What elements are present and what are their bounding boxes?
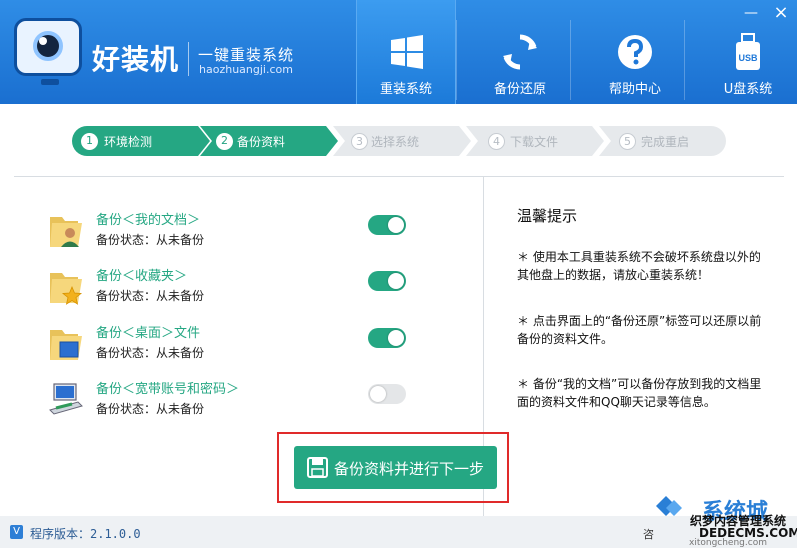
backup-item-status: 备份状态：从未备份 <box>96 233 205 247</box>
step-4: 4 下载文件 <box>466 126 604 156</box>
nav-tab-reinstall[interactable]: 重装系统 <box>356 0 456 104</box>
nav-tab-usb[interactable]: USB U盘系统 <box>698 0 797 104</box>
desktop-folder-icon <box>50 330 82 360</box>
divider <box>14 176 784 177</box>
logo-eye-icon <box>14 18 82 85</box>
backup-item-status: 备份状态：从未备份 <box>96 346 205 360</box>
watermark-text: xitongcheng.com <box>689 538 767 548</box>
step-number: 5 <box>619 133 636 150</box>
backup-toggle[interactable] <box>368 215 406 235</box>
watermark-fragment: 咨 <box>643 528 654 541</box>
step-number: 3 <box>351 133 368 150</box>
version-badge: V <box>10 525 23 539</box>
backup-toggle[interactable] <box>368 271 406 291</box>
backup-item-title: 备份＜我的文档＞ <box>96 213 201 228</box>
backup-item-favorites: 备份＜收藏夹＞ 备份状态：从未备份 <box>48 265 418 313</box>
nav-tab-backup[interactable]: 备份还原 <box>470 0 570 104</box>
button-label: 备份资料并进行下一步 <box>334 460 485 478</box>
step-label: 选择系统 <box>371 135 420 149</box>
step-3: 3 选择系统 <box>333 126 471 156</box>
backup-item-documents: 备份＜我的文档＞ 备份状态：从未备份 <box>48 209 418 257</box>
usb-icon: USB <box>736 33 760 70</box>
step-label: 环境检测 <box>104 135 153 149</box>
step-1: 1 环境检测 <box>72 126 210 156</box>
step-2: 2 备份资料 <box>200 126 338 156</box>
backup-item-title: 备份＜宽带账号和密码＞ <box>96 382 240 397</box>
backup-item-broadband: 备份＜宽带账号和密码＞ 备份状态：从未备份 <box>48 378 418 426</box>
refresh-icon <box>503 34 537 70</box>
tip-text: ＊ 使用本工具重装系统不会破坏系统盘以外的其他盘上的数据，请放心重装系统！ <box>517 250 761 282</box>
help-icon <box>618 35 652 69</box>
nav-label: 重装系统 <box>379 82 432 97</box>
step-number: 2 <box>216 133 233 150</box>
brand-name: 好装机 <box>92 43 180 76</box>
backup-next-button[interactable]: 备份资料并进行下一步 <box>294 446 497 489</box>
backup-item-title: 备份＜收藏夹＞ <box>96 269 188 284</box>
watermark-logo-icon <box>656 496 682 516</box>
tip-text: ＊ 点击界面上的“备份还原”标签可以还原以前备份的资料文件。 <box>517 314 762 346</box>
network-icon <box>49 383 83 415</box>
nav-separator <box>456 20 457 100</box>
nav-tab-help[interactable]: 帮助中心 <box>585 0 685 104</box>
version-text: 程序版本：2.1.0.0 <box>30 527 141 541</box>
step-label: 完成重启 <box>641 135 690 149</box>
step-number: 1 <box>81 133 98 150</box>
favorites-folder-icon <box>50 273 83 305</box>
save-icon <box>307 457 328 478</box>
nav-label: 备份还原 <box>493 82 546 97</box>
nav-label: 帮助中心 <box>608 82 661 97</box>
step-number: 4 <box>488 133 505 150</box>
step-label: 备份资料 <box>237 135 286 149</box>
backup-item-status: 备份状态：从未备份 <box>96 402 205 416</box>
backup-toggle[interactable] <box>368 384 406 404</box>
backup-item-status: 备份状态：从未备份 <box>96 289 205 303</box>
tip-text: ＊ 备份“我的文档”可以备份存放到我的文档里面的资料文件和QQ聊天记录等信息。 <box>517 377 762 409</box>
brand-url: haozhuangji.com <box>199 63 293 76</box>
progress-steps: 1 环境检测 2 备份资料 3 选择系统 4 下载文件 5 完成重启 <box>72 126 726 156</box>
header-bar: 好装机 一键重装系统 haozhuangji.com — × 重装系统 备份还原… <box>0 0 797 104</box>
backup-toggle[interactable] <box>368 328 406 348</box>
windows-icon <box>391 35 423 69</box>
brand-divider <box>188 42 189 76</box>
brand-slogan: 一键重装系统 <box>198 46 295 64</box>
nav-label: U盘系统 <box>723 82 773 97</box>
backup-item-title: 备份＜桌面＞文件 <box>96 326 201 341</box>
svg-text:USB: USB <box>738 53 758 63</box>
backup-item-desktop: 备份＜桌面＞文件 备份状态：从未备份 <box>48 322 418 370</box>
nav-separator <box>570 20 571 100</box>
step-5: 5 完成重启 <box>599 126 726 156</box>
tips-title: 温馨提示 <box>517 207 578 225</box>
user-folder-icon <box>50 217 82 247</box>
step-label: 下载文件 <box>510 135 559 149</box>
